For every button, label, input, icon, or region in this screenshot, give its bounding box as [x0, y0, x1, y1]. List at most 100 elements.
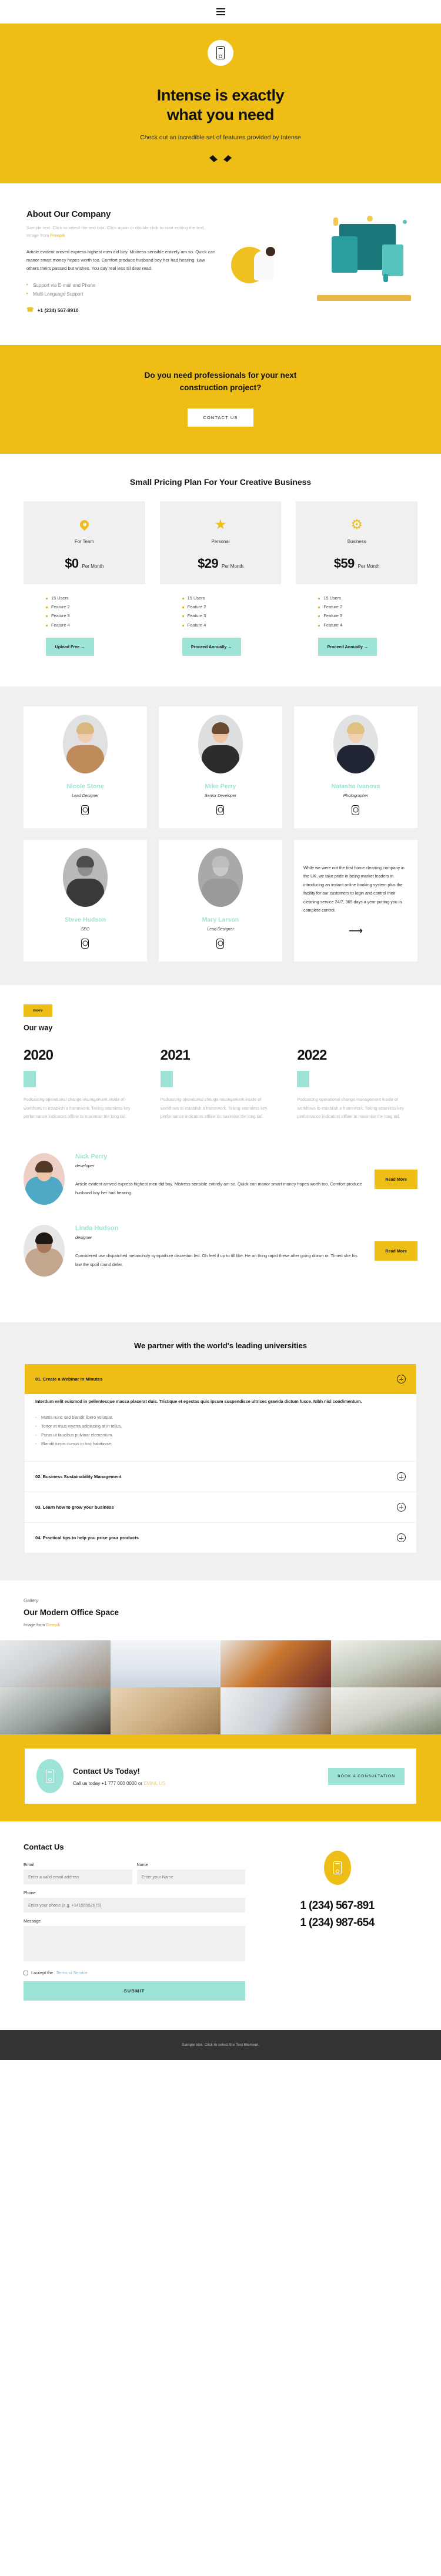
plan-cta-button[interactable]: Proceed Annually →	[318, 637, 377, 656]
plus-circle-icon[interactable]	[397, 1375, 406, 1384]
hero-subtitle: Check out an incredible set of features …	[140, 133, 301, 141]
plan-amount: $0	[65, 556, 79, 571]
gallery-image-4[interactable]	[330, 1640, 441, 1688]
gallery-heading: Our Modern Office Space	[24, 1608, 119, 1617]
gallery-image-1[interactable]	[0, 1640, 111, 1688]
profile-role: developer	[75, 1163, 95, 1169]
timeline-year: 2022	[297, 1047, 327, 1063]
plan-feature: Feature 4	[46, 621, 145, 629]
accordion-header[interactable]: 02. Business Sustainability Management	[25, 1462, 416, 1492]
plan-cta-button[interactable]: Proceed Annually →	[182, 637, 241, 656]
plan-price: $29 Per Month	[166, 556, 276, 571]
accordion-item-04: 04. Practical tips to help you price you…	[25, 1523, 416, 1554]
team-member-name: Nicole Stone	[66, 782, 104, 790]
avatar	[24, 1153, 65, 1205]
contact-phone-column: 1 (234) 567-891 1 (234) 987-654	[257, 1843, 417, 2001]
accordion-header[interactable]: 04. Practical tips to help you price you…	[25, 1523, 416, 1553]
plan-price: $0 Per Month	[29, 556, 139, 571]
gallery-image-5[interactable]	[0, 1687, 111, 1735]
illustration-dot	[366, 215, 373, 222]
instagram-icon[interactable]	[216, 805, 225, 815]
read-more-button[interactable]: Read More	[375, 1169, 417, 1189]
message-field[interactable]	[24, 1926, 245, 1962]
instagram-icon[interactable]	[216, 938, 225, 949]
plan-feature: Feature 3	[318, 611, 417, 620]
instagram-icon[interactable]	[81, 938, 89, 949]
plan-cta-button[interactable]: Upload Free →	[46, 637, 94, 656]
contact-phone-2[interactable]: 1 (234) 987-654	[257, 1915, 417, 1932]
page-title: Intense is exactly what you need	[0, 86, 441, 125]
plan-feature: 15 Users	[46, 594, 145, 602]
phone-field[interactable]	[24, 1898, 245, 1913]
profile-role: designer	[75, 1235, 92, 1241]
chevron-down-icon[interactable]	[213, 155, 228, 163]
cta-heading: Do you need professionals for your next …	[35, 370, 406, 394]
terms-checkbox[interactable]	[24, 1970, 28, 1975]
gallery-image-7[interactable]	[220, 1687, 331, 1735]
gear-icon: ⚙	[350, 516, 363, 532]
instagram-icon[interactable]	[81, 805, 89, 815]
plan-features: 15 Users Feature 2 Feature 3 Feature 4	[296, 584, 417, 629]
read-more-button[interactable]: Read More	[375, 1241, 417, 1261]
gallery-image-3[interactable]	[220, 1640, 331, 1688]
about-phone[interactable]: ☎ +1 (234) 567-8910	[26, 307, 218, 313]
accordion-bullet: Tortor at risus viverra adipiscing at in…	[35, 1422, 406, 1431]
email-us-link[interactable]: EMAIL US	[143, 1781, 165, 1786]
accordion-title: 04. Practical tips to help you price you…	[35, 1535, 139, 1541]
accordion-bullet: Mattis nunc sed blandit libero volutpat.	[35, 1413, 406, 1422]
plan-price: $59 Per Month	[302, 556, 412, 571]
phone-label: Phone	[24, 1890, 36, 1896]
contact-form: Contact Us Email Name Phone Message I ac…	[24, 1843, 245, 2001]
gallery-image-6[interactable]	[110, 1687, 220, 1735]
plan-feature: Feature 2	[318, 602, 417, 611]
plus-circle-icon[interactable]	[397, 1533, 406, 1543]
more-badge[interactable]: more	[24, 1004, 52, 1017]
accordion-header[interactable]: 03. Learn how to grow your business	[25, 1492, 416, 1522]
contact-banner: Contact Us Today! Call us today +1 777 0…	[25, 1748, 416, 1804]
email-field[interactable]	[24, 1870, 132, 1885]
contact-section: Contact Us Email Name Phone Message I ac…	[0, 1821, 441, 2031]
accordion-header[interactable]: 01. Create a Webinar in Minutes	[25, 1364, 416, 1395]
plus-circle-icon[interactable]	[397, 1503, 406, 1512]
mobile-phone-icon	[333, 1861, 342, 1875]
plan-feature: Feature 2	[46, 602, 145, 611]
mobile-phone-icon	[46, 1770, 54, 1783]
instagram-icon[interactable]	[352, 805, 360, 815]
profile-description: Considered use dispatched melancholy sym…	[75, 1253, 358, 1267]
timeline-marker	[24, 1070, 36, 1087]
profile-name: Nick Perry	[75, 1153, 108, 1161]
gallery-note-link[interactable]: Freepik	[46, 1622, 60, 1627]
illustration-person-head	[265, 246, 275, 256]
team-member-name: Mike Perry	[205, 782, 236, 790]
about-note-link[interactable]: Freepik	[51, 233, 65, 238]
name-field[interactable]	[136, 1870, 245, 1885]
plus-circle-icon[interactable]	[397, 1472, 406, 1482]
timeline-item: 2021 Podcasting operational change manag…	[160, 1047, 281, 1121]
profile-text: Linda Hudson designer Considered use dis…	[75, 1225, 364, 1269]
hamburger-menu-icon[interactable]	[216, 8, 225, 15]
about-feature-item: Multi-Language Support	[26, 290, 218, 299]
contact-phone-1[interactable]: 1 (234) 567-891	[257, 1898, 417, 1915]
contact-icon-wrap	[323, 1851, 351, 1885]
terms-checkbox-row[interactable]: I accept the Terms of Service	[24, 1970, 245, 1975]
team-section: Nicole Stone Lead Designer Mike Perry Se…	[0, 686, 441, 985]
timeline-text: Podcasting operational change management…	[297, 1096, 404, 1120]
team-member-card: Steve Hudson SEO	[24, 839, 147, 962]
contact-heading: Contact Us	[24, 1843, 64, 1852]
gallery-image-2[interactable]	[110, 1640, 220, 1688]
contact-us-button[interactable]: CONTACT US	[188, 408, 253, 427]
about-section: About Our Company Sample text. Click to …	[0, 183, 441, 346]
plan-name: For Team	[74, 539, 94, 545]
avatar	[333, 714, 378, 773]
phone-icon: ☎	[26, 307, 34, 314]
top-bar	[0, 0, 441, 24]
cta-heading-line-1: Do you need professionals for your next	[144, 371, 297, 380]
hero-badge	[208, 40, 233, 66]
team-member-name: Mary Larson	[202, 916, 239, 923]
illustration-board	[382, 244, 403, 277]
submit-button[interactable]: SUBMIT	[24, 1981, 245, 2001]
arrow-right-icon[interactable]: ⟶	[349, 925, 363, 937]
gallery-image-8[interactable]	[330, 1687, 441, 1735]
terms-of-service-link[interactable]: Terms of Service	[56, 1970, 88, 1975]
book-consultation-button[interactable]: BOOK A CONSULTATION	[328, 1767, 405, 1785]
